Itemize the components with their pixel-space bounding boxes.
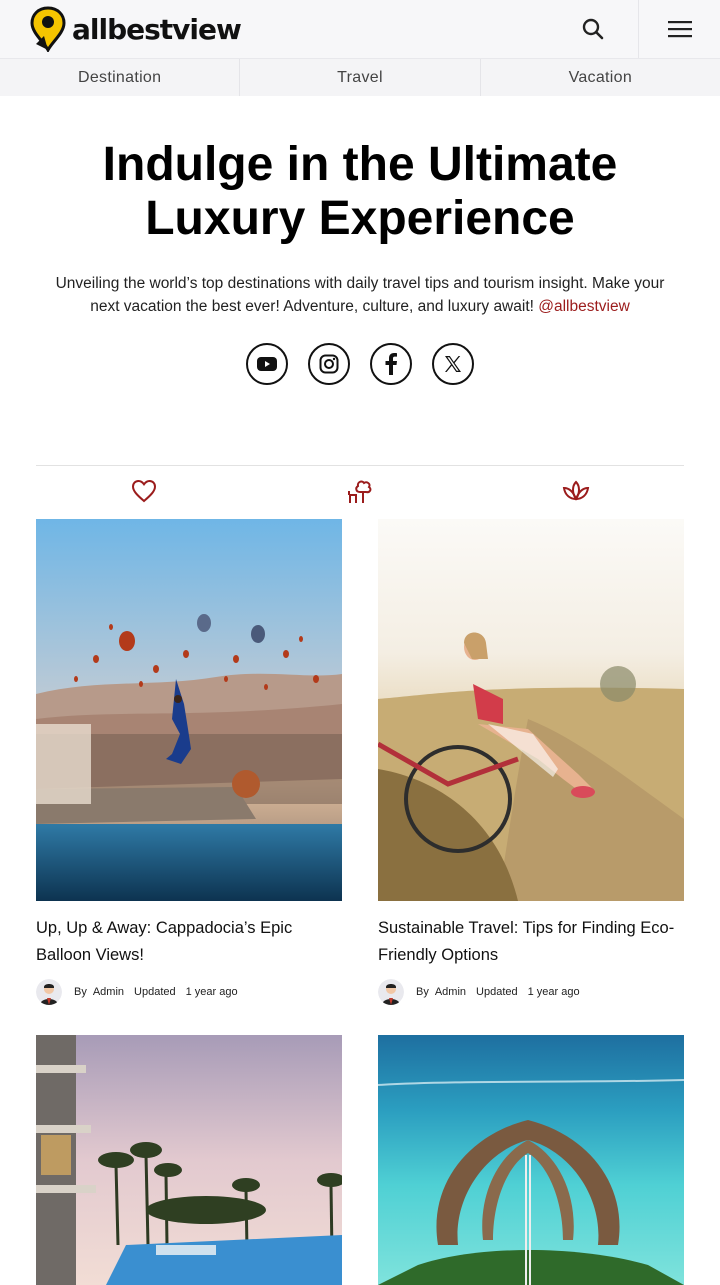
nav-item-vacation[interactable]: Vacation [481,59,720,96]
site-logo-text: allbestview [72,12,242,46]
youtube-icon [257,357,277,371]
balloons-photo [36,519,342,901]
lotus-icon [562,480,590,501]
location-pin-logo-icon [30,6,66,52]
article-meta: By Admin Updated 1 year ago [378,979,684,1005]
tab-nature[interactable] [345,476,375,506]
article-title[interactable]: Sustainable Travel: Tips for Finding Eco… [378,915,684,969]
article-meta: By Admin Updated 1 year ago [36,979,342,1005]
youtube-link[interactable] [246,343,288,385]
article-card[interactable]: Sustainable Travel: Tips for Finding Eco… [378,519,684,1005]
tree-bench-icon [348,480,372,503]
hero-title: Indulge in the Ultimate Luxury Experienc… [102,138,618,245]
resort-photo [36,1035,342,1285]
social-links [246,343,474,385]
meta-time: 1 year ago [185,986,238,998]
tab-favorites[interactable] [129,476,159,506]
site-logo[interactable]: allbestview [30,6,242,52]
instagram-icon [319,354,339,374]
handle-link[interactable]: @allbestview [538,298,630,315]
instagram-link[interactable] [308,343,350,385]
meta-updated: Updated [134,986,176,998]
article-image-maldives[interactable] [378,1035,684,1285]
search-button[interactable] [566,0,620,58]
article-card[interactable] [36,1035,342,1285]
site-header: allbestview [0,0,720,58]
menu-button[interactable] [638,0,720,58]
author-avatar [378,979,404,1005]
nav-item-travel[interactable]: Travel [240,59,481,96]
hamburger-menu-icon [668,21,692,38]
article-image-resort[interactable] [36,1035,342,1285]
author-avatar [36,979,62,1005]
search-icon [582,18,604,40]
overwater-villas-photo [378,1035,684,1285]
tab-wellness[interactable] [561,476,591,506]
article-image-cyclist[interactable] [378,519,684,901]
meta-by: By [74,986,87,998]
facebook-icon [385,353,397,375]
heart-icon [131,479,157,503]
article-card[interactable]: Up, Up & Away: Cappadocia’s Epic Balloon… [36,519,342,1005]
meta-time: 1 year ago [527,986,580,998]
article-image-balloons[interactable] [36,519,342,901]
x-icon [445,356,461,372]
meta-updated: Updated [476,986,518,998]
article-card[interactable] [378,1035,684,1285]
section-divider [36,465,684,466]
article-title[interactable]: Up, Up & Away: Cappadocia’s Epic Balloon… [36,915,342,969]
cyclist-photo [378,519,684,901]
meta-author[interactable]: Admin [435,986,466,998]
nav-item-destination[interactable]: Destination [0,59,241,96]
category-nav: Destination Travel Vacation [0,58,720,96]
facebook-link[interactable] [370,343,412,385]
hero-description: Unveiling the world’s top destinations w… [40,272,680,318]
x-link[interactable] [432,343,474,385]
meta-by: By [416,986,429,998]
meta-author[interactable]: Admin [93,986,124,998]
